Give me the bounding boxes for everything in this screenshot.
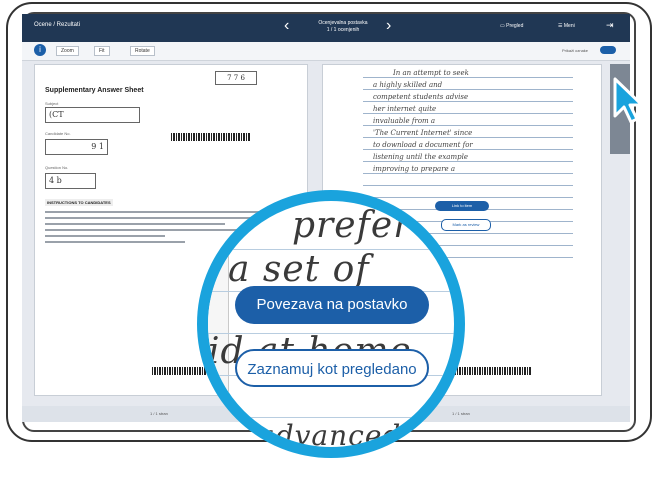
ruled-line — [363, 77, 573, 78]
instruction-line — [45, 235, 165, 237]
toolbar: i Zoom Fit Rotate Prikaži oznake — [22, 42, 630, 61]
ruled-line — [363, 185, 573, 186]
handwriting-line: listening until the example — [373, 153, 468, 161]
handwriting-line: 'The Current Internet' since — [373, 129, 473, 137]
magnifier-lens: prefer a set of id at home advanced Pove… — [197, 190, 465, 458]
handwriting-line: to download a document for — [373, 141, 473, 149]
barcode — [171, 133, 251, 141]
info-icon[interactable]: i — [34, 44, 46, 56]
item-name: Ocenjevalna postavka — [318, 20, 368, 26]
handwriting-line: In an attempt to seek — [393, 69, 469, 77]
ruled-line — [363, 173, 573, 174]
ruled-line — [363, 137, 573, 138]
handwriting-line: improving to prepare a — [373, 165, 456, 173]
annotations-toggle-label: Prikaži oznake — [562, 48, 589, 53]
candidate-field: 9 1 — [45, 139, 108, 155]
item-progress: 1 / 1 ocenjenih — [326, 27, 360, 33]
mark-as-review-pill[interactable]: Mark as review — [441, 219, 491, 231]
logout-icon[interactable]: ⇥ — [606, 20, 614, 31]
review-button[interactable]: ▭ Pregled — [500, 23, 523, 29]
ruled-line — [363, 197, 573, 198]
mark-as-reviewed-button[interactable]: Zaznamuj kot pregledano — [235, 349, 429, 387]
ruled-line — [363, 113, 573, 114]
ruled-line — [363, 101, 573, 102]
review-button-label: Pregled — [506, 23, 524, 29]
sheet-title: Supplementary Answer Sheet — [45, 87, 144, 94]
tab-rotate[interactable]: Rotate — [130, 46, 155, 56]
previous-item-icon[interactable]: ‹ — [284, 18, 289, 34]
instruction-line — [45, 223, 225, 225]
lens-page-margin — [208, 201, 229, 447]
item-info: Ocenjevalna postavka 1 / 1 ocenjenih — [308, 20, 378, 34]
question-label: Question No. — [45, 165, 69, 170]
page-status-right: 1 / 1 stran — [452, 411, 470, 416]
ruled-line — [363, 161, 573, 162]
handwriting-line: invaluable from a — [373, 117, 436, 125]
top-bar: Ocene / Rezultati ‹ Ocenjevalna postavka… — [22, 14, 630, 42]
question-field: 4 b — [45, 173, 96, 189]
subject-field: (CT — [45, 107, 140, 123]
instructions-heading: INSTRUCTIONS TO CANDIDATES — [45, 199, 113, 206]
tab-fit[interactable]: Fit — [94, 46, 110, 56]
app-title[interactable]: Ocene / Rezultati — [34, 22, 80, 28]
lens-ruled-line — [208, 417, 454, 418]
tab-zoom[interactable]: Zoom — [56, 46, 79, 56]
instruction-line — [45, 241, 185, 243]
handwriting-line: competent students advise — [373, 93, 469, 101]
handwriting-line: a highly skilled and — [373, 81, 443, 89]
candidate-label: Candidate No. — [45, 131, 71, 136]
link-to-item-button[interactable]: Povezava na postavko — [235, 286, 429, 324]
annotations-toggle[interactable] — [600, 46, 616, 54]
lens-handwriting: prefer — [292, 205, 412, 246]
menu-button-label: Meni — [563, 23, 575, 29]
link-to-item-pill[interactable]: Link to item — [435, 201, 489, 211]
lens-handwriting: advanced — [258, 419, 402, 452]
mouse-cursor-icon — [613, 77, 644, 124]
subject-label: Subject — [45, 101, 59, 106]
page-status-left: 1 / 1 stran — [150, 411, 168, 416]
menu-button[interactable]: ☰ Meni — [558, 23, 575, 29]
ruled-line — [363, 149, 573, 150]
handwriting-line: her internet quite — [373, 105, 437, 113]
page-number-box: 7 7 6 — [215, 71, 257, 85]
next-item-icon[interactable]: › — [386, 18, 391, 34]
lens-handwriting: a set of — [228, 249, 370, 290]
ruled-line — [363, 125, 573, 126]
ruled-line — [363, 89, 573, 90]
